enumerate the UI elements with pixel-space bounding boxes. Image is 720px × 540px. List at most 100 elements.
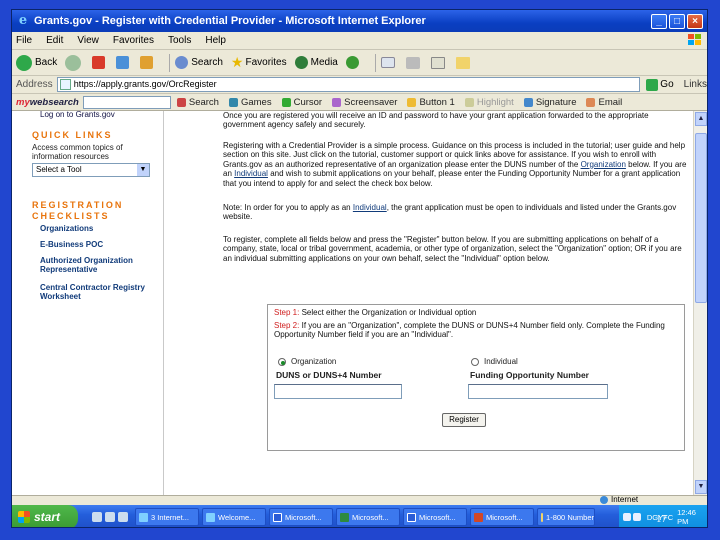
individual-radio-label: Individual: [484, 357, 518, 366]
highlight-button[interactable]: Highlight: [464, 97, 514, 108]
tray-network-icon[interactable]: [623, 513, 631, 521]
sidebar-link-ebusiness-poc[interactable]: E-Business POC: [40, 240, 103, 249]
individual-link[interactable]: Individual: [234, 169, 268, 178]
search-label: Search: [191, 57, 223, 68]
taskbar-item-internet[interactable]: 3 Internet...: [135, 508, 199, 526]
media-button[interactable]: Media: [294, 56, 338, 69]
refresh-button[interactable]: [116, 56, 132, 69]
page-icon: [59, 79, 71, 90]
sidebar-link-organizations[interactable]: Organizations: [40, 224, 93, 233]
scroll-up-icon[interactable]: ▲: [695, 112, 707, 126]
duns-input[interactable]: [274, 384, 402, 399]
signature-icon: [523, 97, 533, 107]
mywebsearch-toolbar: mywebsearch Search Games Cursor Screensa…: [12, 94, 707, 111]
menu-bar: File Edit View Favorites Tools Help: [12, 32, 707, 50]
menu-help[interactable]: Help: [205, 35, 226, 46]
select-tool-dropdown[interactable]: Select a Tool ▼: [32, 163, 150, 177]
organization-radio-option[interactable]: Organization: [278, 357, 336, 366]
taskbar-item-1800[interactable]: 1-800 Number: [537, 508, 595, 526]
quick-launch-ie-icon[interactable]: [92, 512, 102, 522]
address-input[interactable]: https://apply.grants.gov/OrcRegister: [56, 77, 641, 92]
login-link[interactable]: Log on to Grants.gov: [40, 111, 115, 119]
globe-icon: [600, 495, 608, 504]
individual-radio[interactable]: [471, 357, 479, 366]
mywebsearch-logo: mywebsearch: [16, 96, 79, 108]
cursor-button[interactable]: Cursor: [281, 97, 322, 108]
screensaver-button[interactable]: Screensaver: [332, 97, 397, 108]
windows-logo-icon: [18, 511, 30, 523]
websearch-search-button[interactable]: Search: [176, 97, 219, 108]
favorites-button[interactable]: ★ Favorites: [231, 54, 287, 71]
sidebar-link-ccr-worksheet[interactable]: Central Contractor Registry Worksheet: [40, 283, 152, 301]
taskbar-item-word-2[interactable]: Microsoft...: [403, 508, 467, 526]
individual-radio-option[interactable]: Individual: [471, 357, 518, 366]
sidebar-link-aor[interactable]: Authorized Organization Representative: [40, 256, 150, 274]
excel-icon: [340, 512, 349, 522]
signature-button[interactable]: Signature: [523, 97, 576, 108]
taskbar-item-word[interactable]: Microsoft...: [269, 508, 333, 526]
scrollbar-thumb[interactable]: [695, 133, 707, 303]
individual-note-paragraph: Note: In order for you to apply as an In…: [223, 203, 677, 222]
scroll-down-icon[interactable]: ▼: [695, 480, 707, 494]
search-button[interactable]: Search: [175, 56, 223, 69]
mail-icon: [380, 57, 395, 68]
word-icon: [273, 512, 282, 522]
games-button[interactable]: Games: [228, 97, 272, 108]
duns-label: DUNS or DUNS+4 Number: [276, 370, 382, 380]
edit-icon: [430, 56, 445, 69]
forward-button[interactable]: [65, 54, 84, 71]
maximize-button[interactable]: □: [669, 13, 685, 29]
quick-launch-desktop-icon[interactable]: [105, 512, 115, 522]
home-button[interactable]: [140, 56, 156, 69]
address-label: Address: [16, 79, 53, 90]
vertical-scrollbar[interactable]: ▲ ▼: [693, 111, 707, 495]
taskbar-item-excel[interactable]: Microsoft...: [336, 508, 400, 526]
taskbar-item-powerpoint[interactable]: Microsoft...: [470, 508, 534, 526]
menu-edit[interactable]: Edit: [46, 35, 63, 46]
star-icon: ★: [230, 54, 244, 70]
button-1[interactable]: Button 1: [407, 97, 455, 108]
individual-note-link[interactable]: Individual: [353, 203, 387, 212]
menu-favorites[interactable]: Favorites: [113, 35, 154, 46]
favorites-label: Favorites: [245, 57, 287, 68]
links-button[interactable]: Links: [684, 79, 707, 90]
highlight-icon: [464, 97, 474, 107]
cursor-icon: [281, 97, 291, 107]
organization-link[interactable]: Organization: [581, 160, 626, 169]
taskbar-item-welcome[interactable]: Welcome...: [202, 508, 266, 526]
start-button[interactable]: start: [12, 505, 78, 527]
search-icon: [176, 97, 186, 107]
funding-opportunity-input[interactable]: [468, 384, 608, 399]
print-button[interactable]: [405, 56, 423, 69]
left-sidebar: Log on to Grants.gov QUICK LINKS Access …: [12, 111, 164, 495]
menu-file[interactable]: File: [16, 35, 32, 46]
history-button[interactable]: [345, 56, 362, 69]
menu-tools[interactable]: Tools: [168, 35, 191, 46]
title-bar[interactable]: e Grants.gov - Register with Credential …: [12, 10, 707, 32]
email-button[interactable]: Email: [586, 97, 622, 108]
stop-button[interactable]: [92, 56, 108, 69]
media-globe-icon: [294, 56, 308, 69]
edit-button[interactable]: [430, 56, 448, 69]
messenger-button[interactable]: [455, 56, 473, 69]
menu-view[interactable]: View: [77, 35, 99, 46]
quick-launch-outlook-icon[interactable]: [118, 512, 128, 522]
register-instructions-paragraph: To register, complete all fields below a…: [223, 235, 682, 263]
close-button[interactable]: ×: [687, 13, 703, 29]
games-icon: [228, 97, 238, 107]
tray-volume-icon[interactable]: [632, 513, 641, 521]
presentation-slide-background: e Grants.gov - Register with Credential …: [0, 0, 720, 540]
register-button[interactable]: Register: [442, 413, 486, 427]
address-url: https://apply.grants.gov/OrcRegister: [73, 79, 217, 89]
mail-button[interactable]: [380, 57, 398, 68]
back-button[interactable]: Back: [16, 54, 57, 71]
page-content: Log on to Grants.gov QUICK LINKS Access …: [12, 111, 695, 495]
websearch-input[interactable]: [82, 95, 171, 109]
start-label: start: [34, 510, 61, 524]
word-icon: [407, 512, 416, 522]
organization-radio[interactable]: [278, 357, 286, 366]
minimize-button[interactable]: _: [651, 13, 667, 29]
go-button[interactable]: Go: [646, 78, 674, 91]
search-icon: [175, 56, 189, 69]
home-icon: [140, 56, 154, 69]
